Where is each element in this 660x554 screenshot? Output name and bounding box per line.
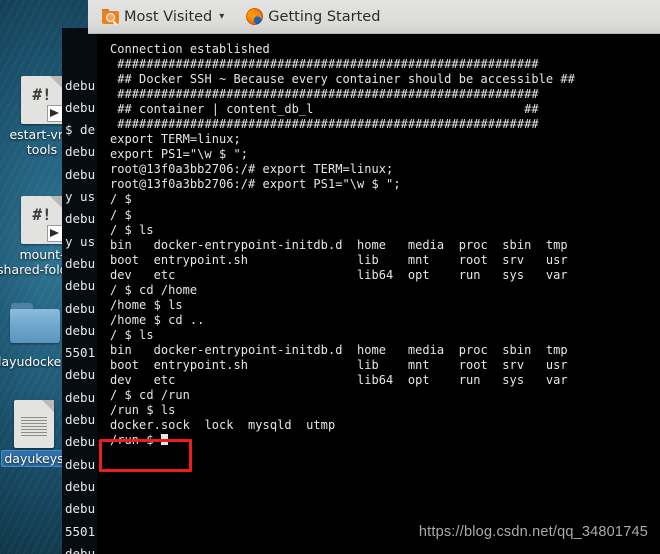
text-file-icon — [10, 400, 58, 448]
terminal-line: ## container | content_db_l ## — [110, 102, 539, 117]
terminal-line: / $ — [110, 192, 132, 207]
terminal-line: export PS1="\w $ "; — [110, 147, 249, 162]
terminal-line: ########################################… — [110, 117, 539, 132]
folder-search-icon — [102, 9, 119, 24]
bookmark-label: Getting Started — [268, 8, 381, 25]
script-file-icon: #! — [18, 196, 66, 244]
terminal-line: / $ ls — [110, 222, 154, 237]
bookmark-getting-started[interactable]: Getting Started — [240, 5, 386, 28]
folder-icon — [10, 303, 60, 351]
terminal-line: root@13f0a3bb2706:/# export TERM=linux; — [110, 162, 394, 177]
terminal-line: dev etc lib64 opt run sys var — [110, 373, 568, 388]
terminal-cursor — [160, 434, 168, 446]
bookmark-label: Most Visited — [124, 8, 213, 25]
firefox-icon — [246, 8, 264, 25]
terminal-line: ## Docker SSH ~ Because every container … — [110, 72, 575, 87]
shebang-glyph: #! — [32, 205, 52, 224]
terminal-line: ########################################… — [110, 57, 539, 72]
terminal-line: root@13f0a3bb2706:/# export PS1="\w $ "; — [110, 177, 401, 192]
main-terminal-window[interactable]: Connection established #################… — [97, 34, 660, 554]
watermark-url: https://blog.csdn.net/qq_34801745 — [418, 524, 648, 540]
shebang-glyph: #! — [32, 85, 52, 104]
terminal-line: / $ cd /run — [110, 388, 190, 403]
terminal-line: bin docker-entrypoint-initdb.d home medi… — [110, 342, 568, 357]
bookmarks-toolbar: Most Visited ▾ Getting Started — [88, 0, 660, 34]
bookmark-most-visited[interactable]: Most Visited ▾ — [96, 6, 230, 28]
terminal-line: /home $ cd .. — [110, 312, 205, 327]
terminal-line: /run $ — [110, 433, 575, 448]
chevron-down-icon[interactable]: ▾ — [219, 11, 224, 22]
terminal-line: docker.sock lock mysqld utmp — [110, 418, 336, 433]
terminal-line: / $ ls — [110, 327, 154, 342]
desktop-icon-label: dayukeys — [2, 451, 66, 466]
terminal-output: Connection established #################… — [110, 42, 575, 448]
script-file-icon: #! — [18, 76, 66, 124]
terminal-line: / $ cd /home — [110, 282, 198, 297]
terminal-line: export TERM=linux; — [110, 132, 241, 147]
terminal-line: bin docker-entrypoint-initdb.d home medi… — [110, 237, 568, 252]
screenshot-root: #! estart-vm-tools #! mount-shared-folde… — [0, 0, 660, 554]
terminal-line: Connection established — [110, 42, 270, 56]
terminal-line: /home $ ls — [110, 297, 183, 312]
terminal-line: / $ — [110, 207, 132, 222]
terminal-line: boot entrypoint.sh lib mnt root srv usr — [110, 357, 568, 372]
terminal-line: ########################################… — [110, 87, 539, 102]
terminal-line: /run $ ls — [110, 403, 176, 418]
terminal-line: dev etc lib64 opt run sys var — [110, 267, 568, 282]
terminal-line: boot entrypoint.sh lib mnt root srv usr — [110, 252, 568, 267]
